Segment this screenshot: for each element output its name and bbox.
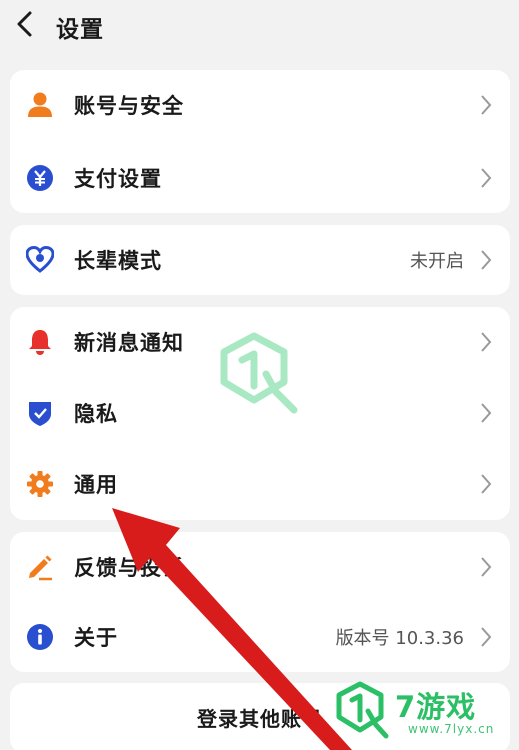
shield-icon xyxy=(26,399,54,427)
header-bar: 设置 xyxy=(0,0,519,50)
back-button[interactable] xyxy=(10,8,40,40)
chevron-right-icon xyxy=(481,403,492,423)
chevron-right-icon xyxy=(481,95,492,115)
login-other-account-label: 登录其他账号 xyxy=(197,707,323,731)
settings-group-account: 账号与安全 支付设置 xyxy=(10,70,510,213)
settings-item-account-security[interactable]: 账号与安全 xyxy=(10,70,510,140)
person-icon xyxy=(26,91,54,119)
settings-item-label: 长辈模式 xyxy=(74,249,162,273)
settings-item-label: 新消息通知 xyxy=(74,331,184,355)
chevron-right-icon xyxy=(481,332,492,352)
page-title: 设置 xyxy=(56,17,104,43)
watermark-brand: 7游戏 xyxy=(395,690,477,724)
chevron-right-icon xyxy=(481,250,492,270)
chevron-right-icon xyxy=(481,474,492,494)
settings-item-label: 隐私 xyxy=(74,402,118,426)
settings-group-about: 反馈与投诉 关于 版本号 10.3.36 xyxy=(10,532,510,672)
info-icon xyxy=(26,623,54,651)
settings-item-label: 通用 xyxy=(74,473,118,497)
settings-item-payment[interactable]: 支付设置 xyxy=(10,143,510,213)
chevron-right-icon xyxy=(481,557,492,577)
corner-watermark-logo-icon xyxy=(336,681,389,739)
yuan-icon xyxy=(26,164,54,192)
settings-group-elder: 长辈模式 未开启 xyxy=(10,225,510,295)
bell-icon xyxy=(26,328,54,356)
heart-icon xyxy=(26,246,54,274)
settings-item-label: 账号与安全 xyxy=(74,94,184,118)
chevron-right-icon xyxy=(481,627,492,647)
gear-icon xyxy=(26,470,54,498)
settings-item-feedback[interactable]: 反馈与投诉 xyxy=(10,532,510,602)
settings-item-value: 未开启 xyxy=(410,251,464,272)
watermark-url: www.7lyx.cn xyxy=(408,722,495,736)
settings-item-label: 支付设置 xyxy=(74,167,162,191)
settings-item-value: 版本号 10.3.36 xyxy=(335,628,464,649)
watermark-logo-icon xyxy=(220,332,298,414)
chevron-right-icon xyxy=(481,168,492,188)
settings-item-label: 反馈与投诉 xyxy=(74,556,184,580)
settings-item-elder-mode[interactable]: 长辈模式 未开启 xyxy=(10,225,510,295)
settings-item-label: 关于 xyxy=(74,626,118,650)
chevron-left-icon xyxy=(17,11,32,37)
settings-item-general[interactable]: 通用 xyxy=(10,449,510,519)
settings-item-about[interactable]: 关于 版本号 10.3.36 xyxy=(10,602,510,672)
pen-icon xyxy=(26,553,54,581)
